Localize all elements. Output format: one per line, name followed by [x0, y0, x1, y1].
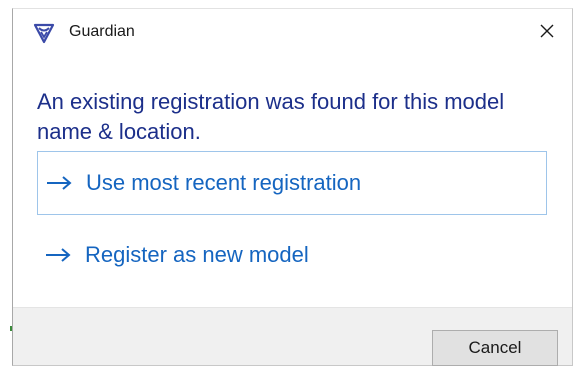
dialog-footer: Cancel [13, 307, 572, 366]
dialog-message: An existing registration was found for t… [37, 89, 505, 144]
arrow-right-icon [47, 176, 72, 190]
option-label: Register as new model [85, 242, 309, 267]
title-bar: Guardian [13, 9, 572, 53]
close-button[interactable] [530, 15, 564, 47]
cancel-button[interactable]: Cancel [432, 330, 558, 366]
use-recent-registration-option[interactable]: Use most recent registration [37, 151, 547, 215]
window-title: Guardian [69, 23, 135, 40]
guardian-dialog: Guardian An existing registration was fo… [12, 8, 573, 366]
guardian-shield-icon [33, 23, 55, 44]
option-label: Use most recent registration [86, 170, 362, 195]
close-icon [540, 24, 554, 38]
arrow-right-icon [46, 248, 71, 262]
register-new-model-option[interactable]: Register as new model [37, 223, 547, 287]
